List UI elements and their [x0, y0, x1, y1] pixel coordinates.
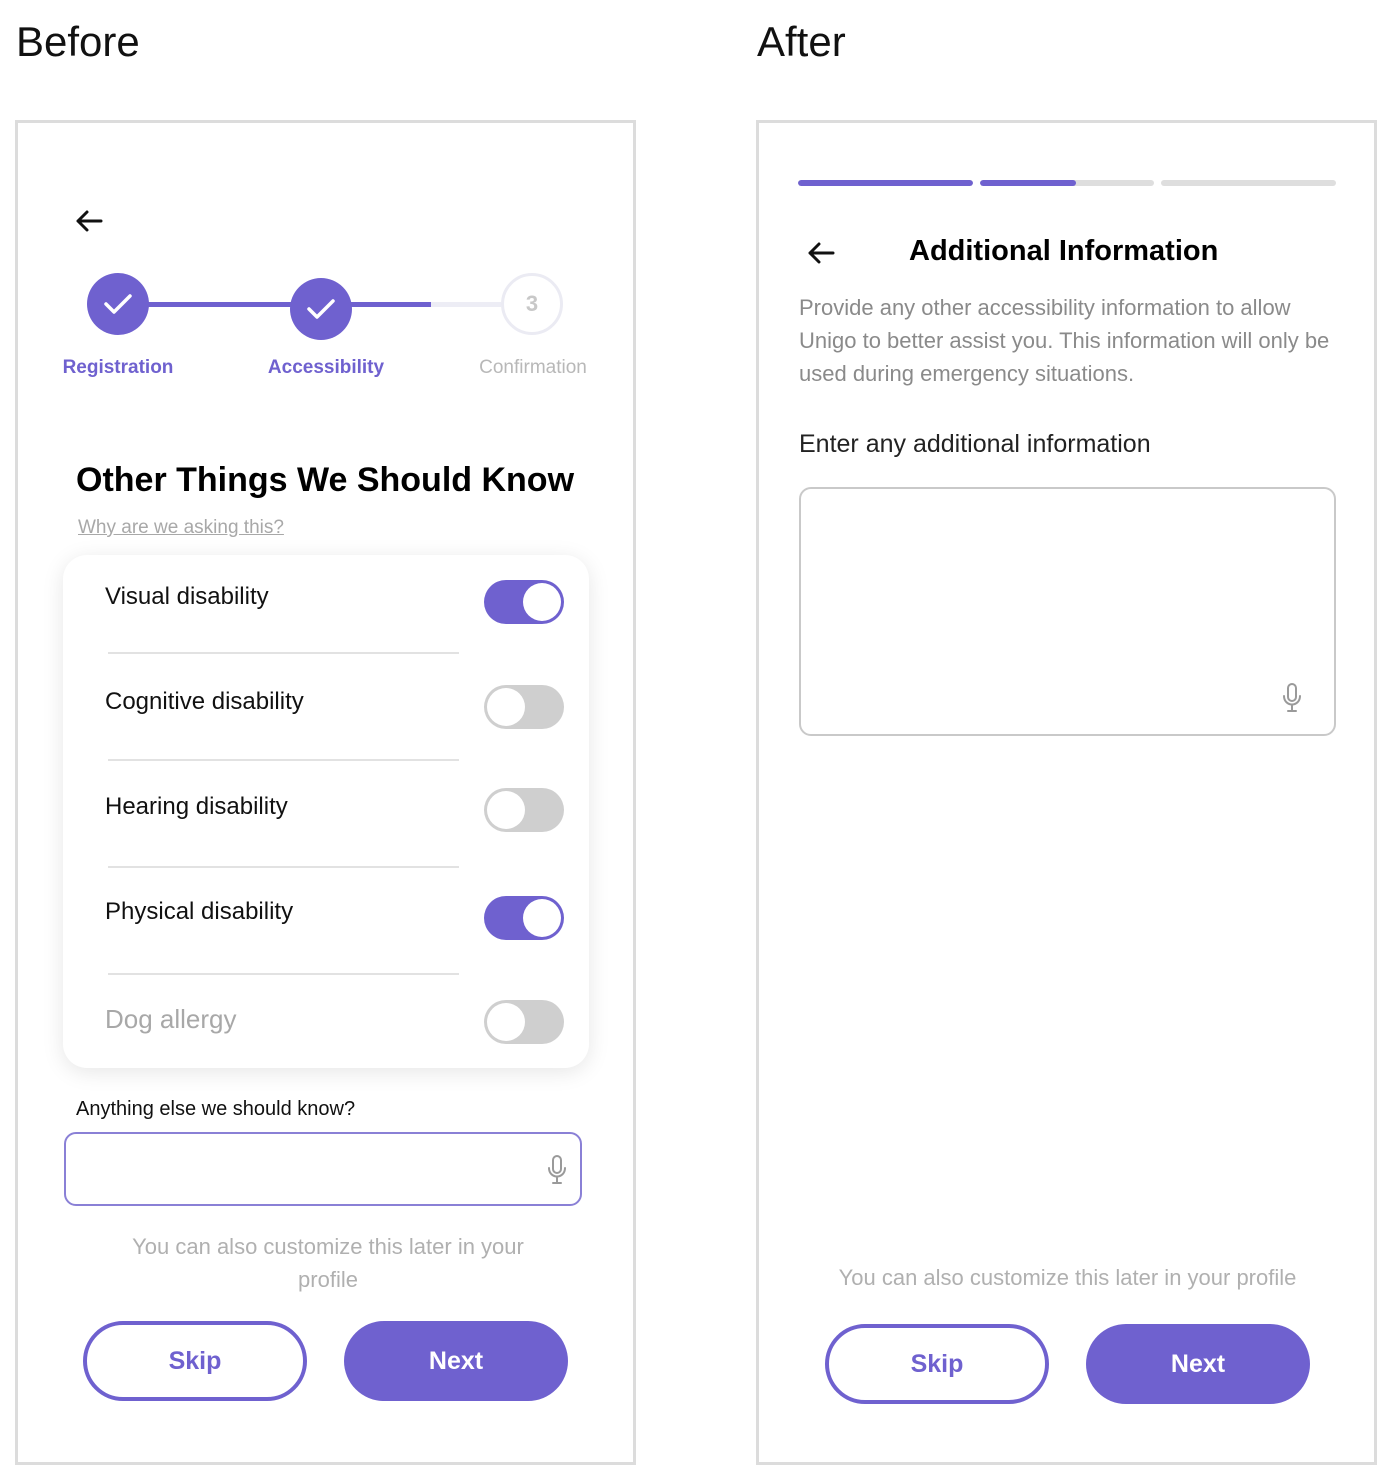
next-button[interactable]: Next	[344, 1321, 568, 1401]
why-asking-link[interactable]: Why are we asking this?	[78, 517, 284, 539]
skip-button[interactable]: Skip	[83, 1321, 307, 1401]
page-description: Provide any other accessibility informat…	[799, 295, 1330, 386]
toggle-knob	[487, 791, 525, 829]
disability-toggle-card: Visual disability Cognitive disability H…	[63, 555, 589, 1068]
divider	[108, 652, 459, 654]
check-icon	[104, 294, 132, 314]
page-title: Additional Information	[909, 235, 1219, 267]
next-button[interactable]: Next	[1086, 1324, 1310, 1404]
dog-allergy-toggle[interactable]	[484, 1000, 564, 1044]
toggle-label: Dog allergy	[105, 1004, 237, 1034]
cognitive-disability-toggle[interactable]	[484, 685, 564, 729]
progress-segment-2	[980, 180, 1154, 186]
customize-hint: You can also customize this later in you…	[838, 1265, 1297, 1290]
toggle-knob	[523, 899, 561, 937]
toggle-knob	[487, 1003, 525, 1041]
back-arrow-icon[interactable]	[69, 203, 109, 239]
toggle-row-hearing: Hearing disability	[63, 765, 589, 869]
microphone-icon[interactable]	[1281, 682, 1303, 714]
step-label-accessibility: Accessibility	[267, 357, 385, 378]
toggle-row-cognitive: Cognitive disability	[63, 660, 589, 764]
progress-segment-3	[1161, 180, 1336, 186]
toggle-knob	[523, 583, 561, 621]
step-circle-confirmation: 3	[501, 273, 563, 335]
after-screen: Additional Information Provide any other…	[756, 120, 1377, 1465]
toggle-row-physical: Physical disability	[63, 870, 589, 974]
physical-disability-toggle[interactable]	[484, 896, 564, 940]
anything-else-label: Anything else we should know?	[76, 1098, 356, 1120]
visual-disability-toggle[interactable]	[484, 580, 564, 624]
toggle-label: Hearing disability	[105, 793, 288, 820]
check-icon	[307, 299, 335, 319]
back-arrow-icon[interactable]	[801, 235, 841, 271]
toggle-row-visual: Visual disability	[63, 555, 589, 659]
additional-info-label: Enter any additional information	[799, 430, 1151, 458]
additional-info-textarea[interactable]	[799, 487, 1336, 736]
stepper-line-remaining	[431, 302, 501, 307]
before-heading: Before	[16, 18, 140, 65]
toggle-label: Cognitive disability	[105, 688, 304, 715]
customize-hint: You can also customize this later in you…	[132, 1234, 524, 1292]
step-circle-registration	[87, 273, 149, 335]
step-label-registration: Registration	[62, 357, 174, 378]
toggle-knob	[487, 688, 525, 726]
anything-else-input[interactable]	[64, 1132, 582, 1206]
page-title: Other Things We Should Know	[76, 461, 575, 499]
progress-segment-1	[798, 180, 973, 186]
toggle-row-dog-allergy: Dog allergy	[63, 976, 589, 1080]
microphone-icon[interactable]	[546, 1154, 568, 1186]
divider	[108, 973, 459, 975]
progress-fill	[980, 180, 1076, 186]
before-screen: 3 Registration Accessibility Confirmatio…	[15, 120, 636, 1465]
hearing-disability-toggle[interactable]	[484, 788, 564, 832]
divider	[108, 866, 459, 868]
divider	[108, 759, 459, 761]
progress-fill	[798, 180, 973, 186]
toggle-label: Visual disability	[105, 583, 269, 610]
step-circle-accessibility	[290, 278, 352, 340]
after-heading: After	[757, 18, 846, 65]
skip-button[interactable]: Skip	[825, 1324, 1049, 1404]
toggle-label: Physical disability	[105, 898, 294, 925]
step-label-confirmation: Confirmation	[479, 357, 587, 378]
